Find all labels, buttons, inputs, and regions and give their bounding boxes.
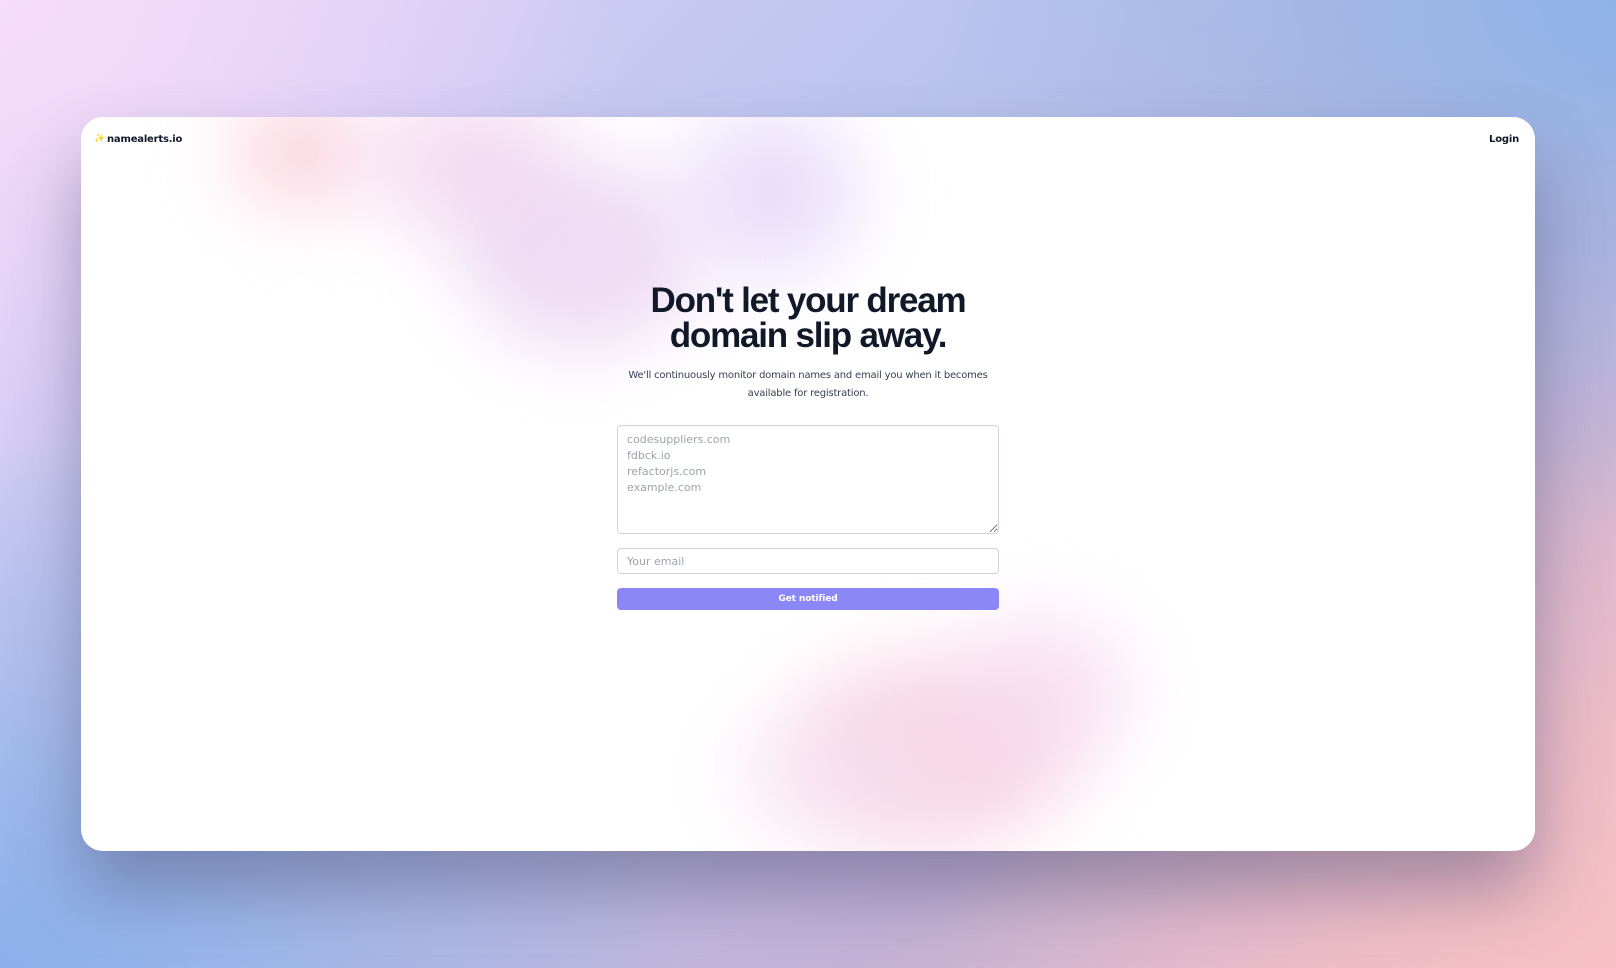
domains-textarea[interactable] (617, 425, 999, 534)
page-title: Don't let your dream domain slip away. (508, 283, 1108, 353)
top-nav: ✨ namealerts.io Login (94, 131, 1519, 147)
hero-section: Don't let your dream domain slip away. W… (81, 283, 1535, 610)
app-window: ✨ namealerts.io Login Don't let your dre… (81, 117, 1535, 851)
get-notified-button[interactable]: Get notified (617, 588, 999, 610)
decorative-blob (961, 617, 1131, 767)
alert-signup-form: Get notified (617, 425, 999, 610)
decorative-blob (731, 717, 931, 837)
headline-line-1: Don't let your dream (650, 281, 967, 320)
sparkle-icon: ✨ (94, 133, 106, 144)
brand-logo-link[interactable]: ✨ namealerts.io (94, 134, 182, 145)
brand-name: namealerts.io (107, 133, 183, 145)
login-link[interactable]: Login (1489, 134, 1519, 145)
email-input[interactable] (617, 548, 999, 574)
decorative-blob (791, 657, 1071, 847)
headline-line-2: domain slip away. (669, 316, 948, 355)
hero-subtext: We'll continuously monitor domain names … (628, 370, 988, 399)
